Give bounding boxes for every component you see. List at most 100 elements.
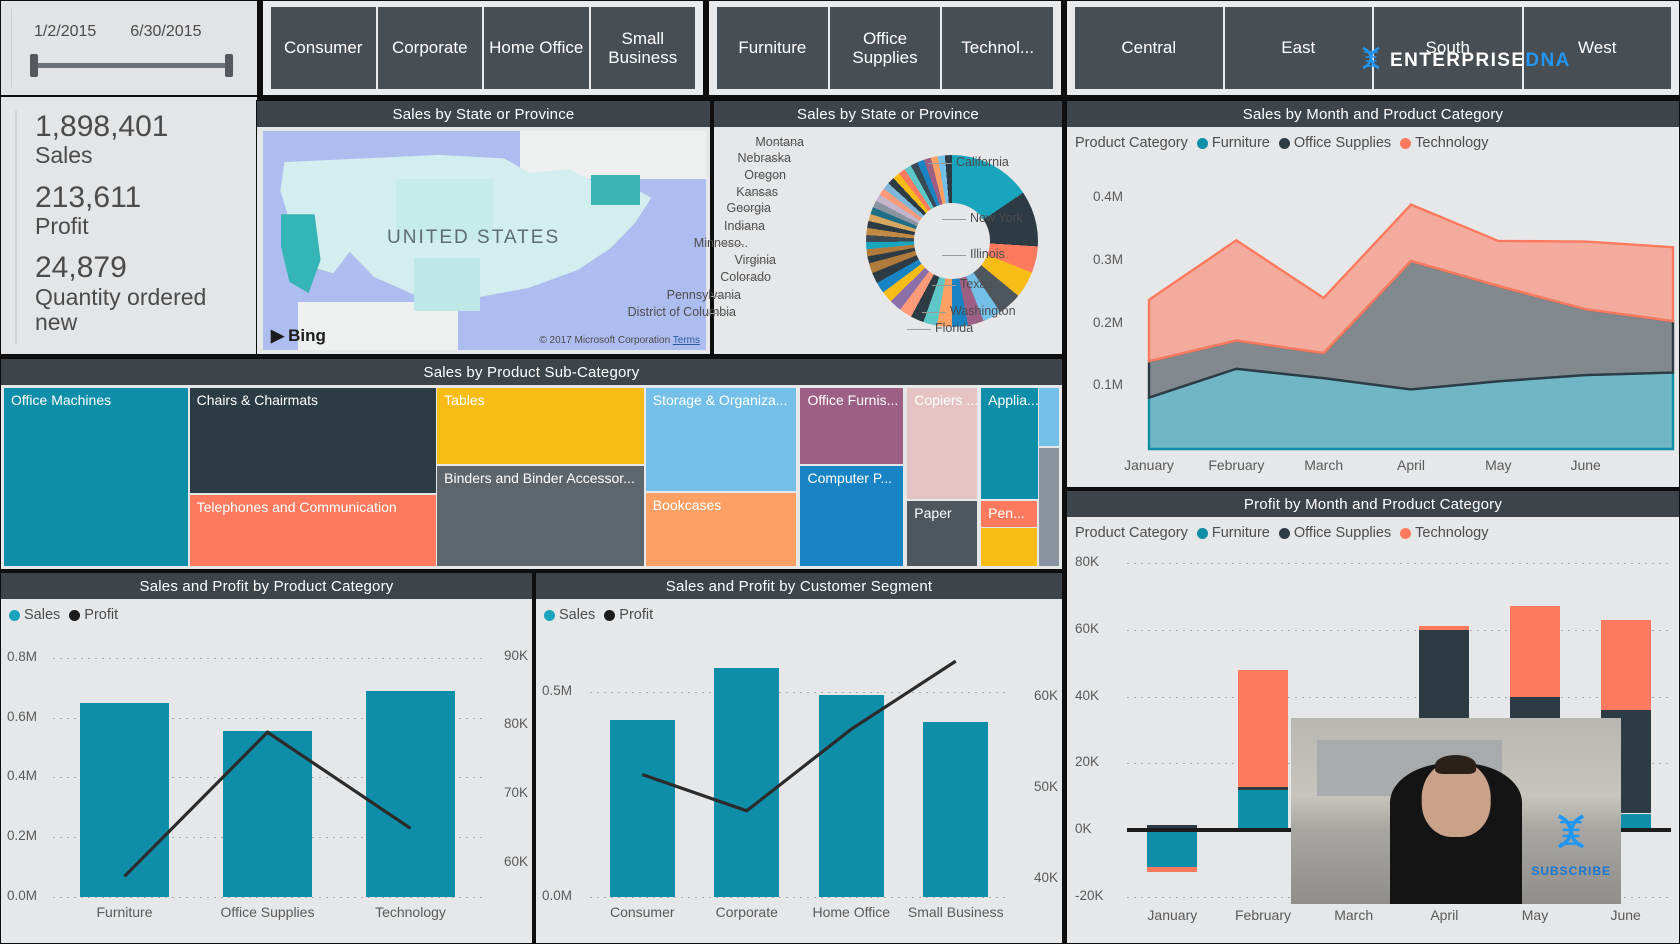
legend-item-sales-segment[interactable]: Sales xyxy=(544,607,595,623)
combo-bar[interactable] xyxy=(366,690,455,897)
area-chart-plot[interactable]: 0.1M 0.2M 0.3M 0.4M January February March Apri… xyxy=(1067,159,1679,487)
combo-x-tick-label: Technology xyxy=(375,904,446,920)
slicer-button-corporate[interactable]: Corporate xyxy=(377,7,482,89)
donut-ring[interactable] xyxy=(866,155,1038,327)
legend-label-office-supplies: Office Supplies xyxy=(1293,135,1392,151)
category-combo-title: Sales and Profit by Product Category xyxy=(1,573,532,599)
watermark-brand-accent: DNA xyxy=(1525,50,1571,71)
legend-item-furniture-profit[interactable]: Furniture xyxy=(1196,525,1270,541)
donut-body[interactable]: Montana Nebraska Oregon Kansas Georgia Indian… xyxy=(628,127,1062,354)
combo-y-tick-left: 0.5M xyxy=(542,683,573,699)
segment-combo-visual[interactable]: Sales and Profit by Customer Segment Sal… xyxy=(535,572,1063,944)
treemap-visual[interactable]: Sales by Product Sub-Category Office Mac… xyxy=(0,358,1063,570)
treemap-tile[interactable]: Copiers ... xyxy=(906,387,979,500)
date-slider-handle-right[interactable] xyxy=(225,54,233,77)
treemap-tile[interactable]: Tables xyxy=(436,387,645,465)
profit-stacked-segment[interactable] xyxy=(1238,790,1288,831)
subscribe-badge[interactable]: SUBSCRIBE xyxy=(1531,813,1611,878)
category-combo-plot[interactable]: 0.0M 0.2M 0.4M 0.6M 0.8M 60K 70K 80K 90K Furnitur… xyxy=(1,629,532,943)
combo-gridline xyxy=(590,897,1008,898)
legend-item-furniture[interactable]: Furniture xyxy=(1196,135,1270,151)
treemap-title: Sales by Product Sub-Category xyxy=(1,359,1062,385)
area-chart-svg[interactable] xyxy=(1067,159,1680,489)
legend-item-profit-segment[interactable]: Profit xyxy=(604,607,653,623)
date-slicer[interactable]: 1/2/2015 6/30/2015 xyxy=(0,0,258,96)
legend-dot-furniture-icon xyxy=(1196,137,1208,149)
donut-label: District of Columbia xyxy=(627,305,736,319)
legend-item-office-supplies[interactable]: Office Supplies xyxy=(1278,135,1392,151)
treemap-tile[interactable] xyxy=(1038,387,1060,447)
map-terms-link[interactable]: Terms xyxy=(673,335,700,346)
treemap-tile[interactable]: Binders and Binder Accessor... xyxy=(436,465,645,567)
combo-bar[interactable] xyxy=(609,720,675,897)
treemap-tile[interactable] xyxy=(980,527,1039,567)
donut-leader-line xyxy=(735,227,761,228)
map-title: Sales by State or Province xyxy=(257,101,710,127)
treemap-tile[interactable]: Office Furnis... xyxy=(799,387,905,465)
legend-item-technology[interactable]: Technology xyxy=(1400,135,1489,151)
profit-x-tick-label: January xyxy=(1147,907,1198,923)
donut-label: Washington xyxy=(950,304,1016,318)
legend-item-technology-profit[interactable]: Technology xyxy=(1400,525,1489,541)
slicer-button-furniture[interactable]: Furniture xyxy=(717,7,828,89)
slicer-button-office-supplies[interactable]: Office Supplies xyxy=(829,7,941,89)
treemap-tile[interactable]: Bookcases xyxy=(644,492,798,567)
combo-bar[interactable] xyxy=(223,731,312,897)
profit-stacked-segment[interactable] xyxy=(1419,626,1470,630)
donut-leader-line xyxy=(928,163,952,164)
combo-bar[interactable] xyxy=(714,668,780,897)
webcam-overlay: SUBSCRIBE xyxy=(1291,718,1621,904)
area-chart-visual[interactable]: Sales by Month and Product Category Prod… xyxy=(1066,100,1680,488)
date-slider-track[interactable] xyxy=(30,54,233,77)
combo-bar[interactable] xyxy=(818,695,884,897)
profit-stacked-segment[interactable] xyxy=(1147,830,1198,867)
profit-stacked-segment[interactable] xyxy=(1600,619,1651,710)
treemap-tile[interactable]: Paper xyxy=(906,500,979,567)
combo-y-tick-right: 60K xyxy=(503,853,528,869)
legend-label-technology-profit: Technology xyxy=(1415,525,1489,541)
slicer-button-east[interactable]: East xyxy=(1224,7,1372,89)
date-slider-handle-left[interactable] xyxy=(30,54,38,77)
combo-bar[interactable] xyxy=(80,702,169,897)
treemap-tile[interactable]: Office Machines xyxy=(3,387,189,567)
area-legend-title: Product Category xyxy=(1075,135,1188,151)
powerbi-dashboard: 1/2/2015 6/30/2015 1,898,401 Sales 213,6… xyxy=(0,0,1680,944)
legend-item-office-supplies-profit[interactable]: Office Supplies xyxy=(1278,525,1391,541)
legend-item-sales[interactable]: Sales xyxy=(9,607,60,623)
product-category-slicer[interactable]: Furniture Office Supplies Technol... xyxy=(708,0,1062,96)
donut-label: Georgia xyxy=(726,201,771,215)
treemap-tile[interactable]: Chairs & Chairmats xyxy=(188,387,439,494)
profit-stacked-segment[interactable] xyxy=(1147,866,1198,872)
treemap-tiles[interactable]: Office Machines Chairs & Chairmats Telepho… xyxy=(3,387,1060,567)
slicer-button-small-business[interactable]: Small Business xyxy=(590,7,695,89)
slicer-button-technology[interactable]: Technol... xyxy=(942,7,1054,89)
combo-x-tick-label: Home Office xyxy=(812,904,891,920)
donut-label: Virginia xyxy=(734,253,776,267)
profit-stacked-segment[interactable] xyxy=(1238,669,1288,787)
dna-helix-subscribe-icon xyxy=(1557,814,1585,849)
customer-segment-slicer[interactable]: Consumer Corporate Home Office Small Bus… xyxy=(262,0,704,96)
segment-combo-plot[interactable]: 0.0M 0.5M 40K 50K 60K Consumer Corporate Home O… xyxy=(536,629,1062,943)
treemap-tile[interactable]: Telephones and Communication xyxy=(188,494,439,567)
watermark-text: ENTERPRISEDNA xyxy=(1390,50,1571,72)
slicer-button-central[interactable]: Central xyxy=(1075,7,1223,89)
treemap-tile[interactable]: Computer P... xyxy=(799,465,905,567)
map-credit: © 2017 Microsoft Corporation Terms xyxy=(539,335,700,346)
legend-dot-furniture-profit-icon xyxy=(1196,527,1208,539)
slicer-button-consumer[interactable]: Consumer xyxy=(271,7,376,89)
legend-label-technology: Technology xyxy=(1415,135,1489,151)
treemap-tile[interactable] xyxy=(1038,447,1060,567)
slicer-button-home-office[interactable]: Home Office xyxy=(484,7,589,89)
combo-bar[interactable] xyxy=(923,721,989,897)
map-body[interactable]: UNITED STATES ▶ Bing © 2017 Microsoft Co… xyxy=(257,127,710,354)
map-region-texas xyxy=(413,258,481,311)
donut-label: Colorado xyxy=(720,270,771,284)
category-combo-visual[interactable]: Sales and Profit by Product Category Sal… xyxy=(0,572,533,944)
treemap-tile[interactable]: Storage & Organiza... xyxy=(644,387,798,492)
profit-stacked-segment[interactable] xyxy=(1238,786,1288,791)
donut-visual[interactable]: Sales by State or Province Montana Nebras… xyxy=(628,100,1063,355)
legend-item-profit[interactable]: Profit xyxy=(69,607,118,623)
segment-combo-title: Sales and Profit by Customer Segment xyxy=(536,573,1062,599)
legend-dot-office-supplies-profit-icon xyxy=(1278,527,1290,539)
profit-stacked-segment[interactable] xyxy=(1510,606,1560,697)
